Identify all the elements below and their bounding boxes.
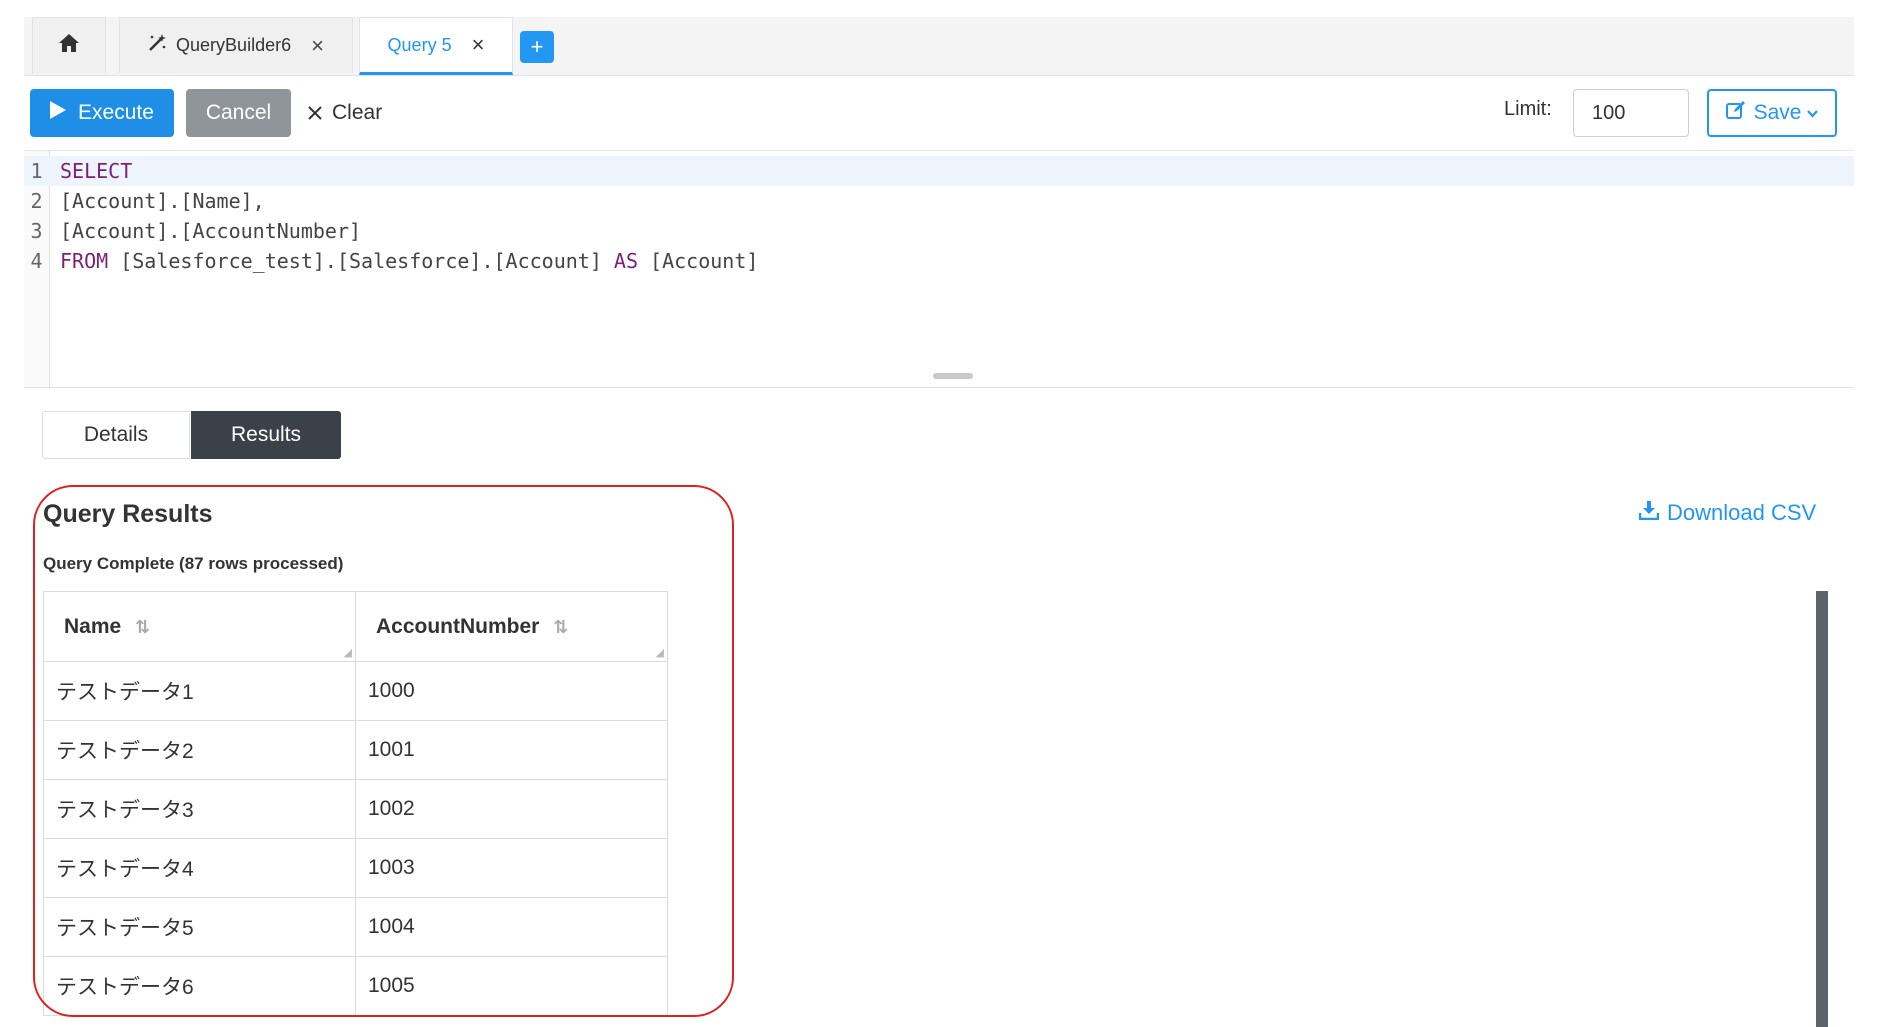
save-label: Save — [1753, 101, 1802, 124]
column-header-accountnumber[interactable]: AccountNumber ⇅ ◢ — [355, 591, 668, 662]
table-row[interactable]: テストデータ3 1002 — [43, 779, 668, 839]
line-number: 4 — [30, 249, 43, 273]
table-row[interactable]: テストデータ4 1003 — [43, 838, 668, 898]
results-status: Query Complete (87 rows processed) — [43, 554, 344, 573]
column-header-name[interactable]: Name ⇅ ◢ — [43, 591, 356, 662]
table-row[interactable]: テストデータ1 1000 — [43, 661, 668, 721]
edit-icon — [1725, 100, 1746, 126]
tab-query-5[interactable]: Query 5 × — [359, 17, 513, 75]
column-header-label: Name — [64, 614, 122, 638]
table-row[interactable]: テストデータ6 1005 — [43, 956, 668, 1016]
cell-account-number: 1004 — [355, 897, 668, 957]
cancel-button[interactable]: Cancel — [186, 89, 291, 137]
clear-button[interactable]: Clear — [308, 89, 408, 137]
close-icon[interactable]: × — [311, 33, 324, 59]
cell-account-number: 1000 — [355, 661, 668, 721]
results-table: Name ⇅ ◢ AccountNumber ⇅ ◢ テストデータ1 1000 テ… — [43, 591, 668, 1016]
home-icon — [59, 34, 79, 57]
sql-keyword: SELECT — [60, 159, 133, 183]
download-csv-link[interactable]: Download CSV — [1638, 500, 1817, 526]
code-text: [Account] — [638, 249, 759, 273]
download-icon — [1638, 500, 1660, 526]
tab-home[interactable] — [32, 17, 106, 73]
code-line: 2 [Account].[Name], — [24, 186, 1854, 216]
query-app: QueryBuilder6 × Query 5 × + Execute Canc… — [24, 0, 1854, 1027]
cell-name: テストデータ4 — [43, 838, 356, 898]
code-text: [Salesforce_test].[Salesforce].[Account] — [108, 249, 614, 273]
clear-label: Clear — [332, 101, 383, 124]
chevron-down-icon[interactable] — [1807, 105, 1819, 121]
tab-details[interactable]: Details — [42, 411, 190, 459]
line-number: 1 — [30, 159, 43, 183]
sql-keyword: FROM — [60, 249, 109, 273]
sort-icon[interactable]: ⇅ — [553, 617, 568, 637]
sql-editor[interactable]: 1 SELECT 2 [Account].[Name], 3 [Account]… — [24, 151, 1854, 388]
execute-label: Execute — [78, 101, 154, 124]
resize-grip-icon[interactable]: ◢ — [344, 646, 352, 659]
close-icon[interactable]: × — [472, 32, 485, 58]
code-line: 4 FROM [Salesforce_test].[Salesforce].[A… — [24, 246, 1854, 276]
code-text: [Account].[AccountNumber] — [60, 219, 362, 243]
save-button[interactable]: Save — [1707, 89, 1837, 137]
download-label: Download CSV — [1667, 500, 1817, 525]
results-title: Query Results — [43, 500, 213, 528]
table-header-row: Name ⇅ ◢ AccountNumber ⇅ ◢ — [43, 591, 668, 662]
add-tab-button[interactable]: + — [520, 31, 554, 63]
cell-account-number: 1003 — [355, 838, 668, 898]
table-row[interactable]: テストデータ5 1004 — [43, 897, 668, 957]
cell-account-number: 1005 — [355, 956, 668, 1016]
column-header-label: AccountNumber — [376, 614, 540, 638]
tab-querybuilder6[interactable]: QueryBuilder6 × — [119, 17, 353, 73]
x-icon — [308, 100, 322, 126]
magic-wand-icon — [148, 34, 167, 57]
results-scrollbar[interactable] — [1816, 591, 1828, 1027]
table-row[interactable]: テストデータ2 1001 — [43, 720, 668, 780]
code-text: [Account].[Name], — [60, 189, 265, 213]
code-line: 1 SELECT — [24, 156, 1854, 186]
cell-name: テストデータ2 — [43, 720, 356, 780]
cell-account-number: 1001 — [355, 720, 668, 780]
cell-name: テストデータ5 — [43, 897, 356, 957]
cell-name: テストデータ3 — [43, 779, 356, 839]
play-icon — [50, 101, 67, 125]
cell-name: テストデータ6 — [43, 956, 356, 1016]
line-number: 3 — [30, 219, 43, 243]
code-line: 3 [Account].[AccountNumber] — [24, 216, 1854, 246]
toolbar: Execute Cancel Clear Limit: Save — [24, 76, 1854, 151]
sort-icon[interactable]: ⇅ — [135, 617, 150, 637]
limit-input[interactable] — [1573, 89, 1689, 137]
execute-button[interactable]: Execute — [30, 89, 174, 137]
tab-label: Query 5 — [387, 34, 452, 55]
tab-label: QueryBuilder6 — [176, 35, 292, 55]
line-number: 2 — [30, 189, 43, 213]
resize-grip-icon[interactable]: ◢ — [656, 646, 664, 659]
cell-name: テストデータ1 — [43, 661, 356, 721]
tab-results[interactable]: Results — [191, 411, 341, 459]
editor-resize-handle[interactable] — [933, 373, 973, 379]
limit-label: Limit: — [1504, 98, 1552, 120]
cell-account-number: 1002 — [355, 779, 668, 839]
tab-bar: QueryBuilder6 × Query 5 × + — [24, 17, 1854, 76]
sql-keyword: AS — [613, 249, 638, 273]
